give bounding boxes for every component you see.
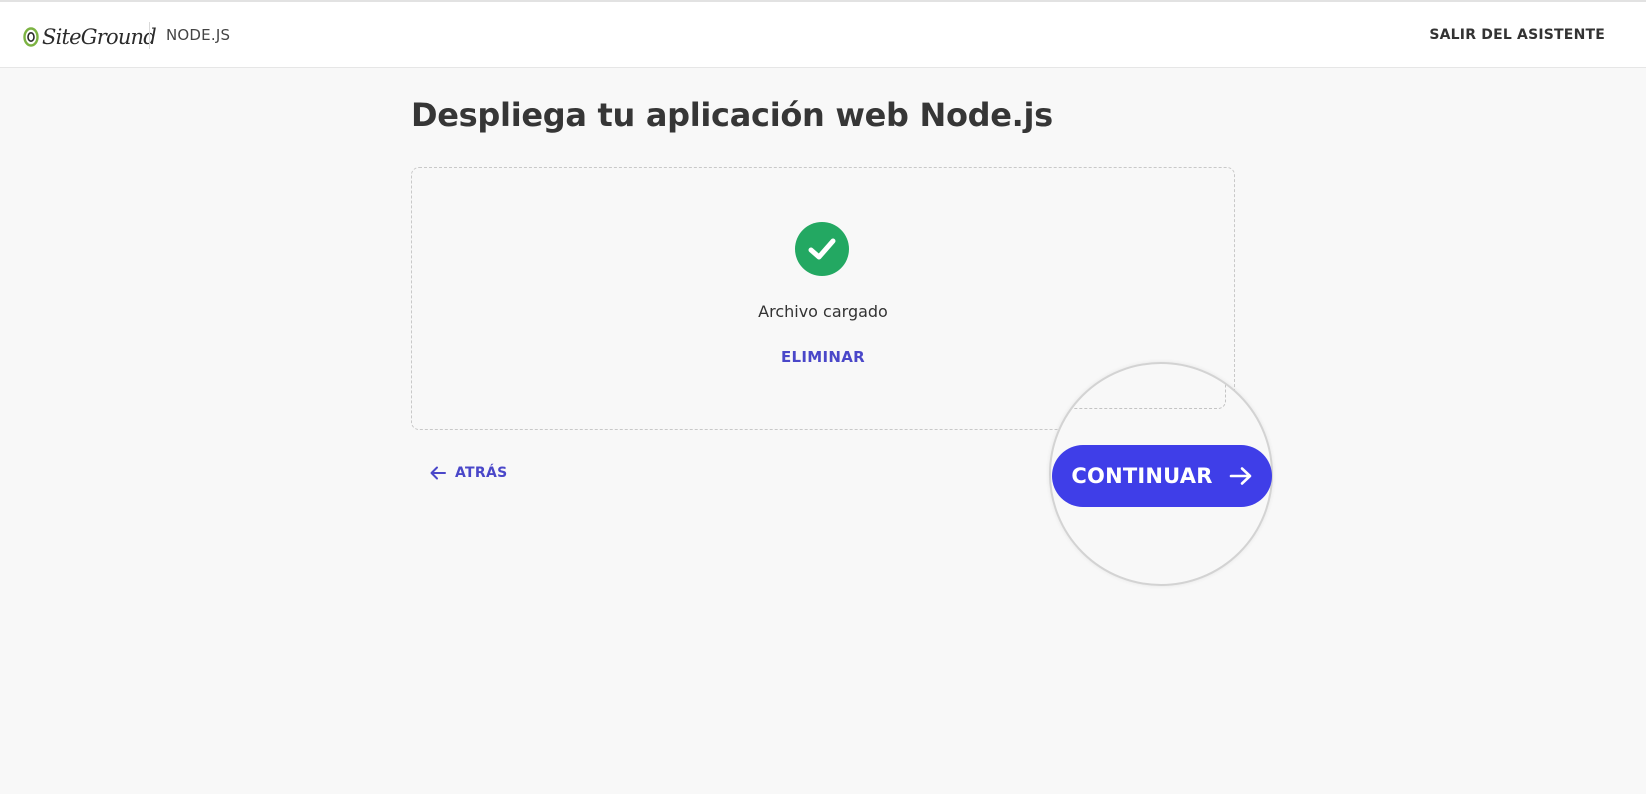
magnified-dropzone-edge: [1051, 364, 1226, 409]
header-divider: [149, 22, 150, 49]
continue-button[interactable]: CONTINUAR: [1052, 445, 1272, 507]
checkmark-icon: [808, 238, 836, 260]
siteground-logo[interactable]: SiteGround: [23, 21, 157, 53]
back-button-label: ATRÁS: [455, 465, 508, 481]
check-circle-icon: [795, 222, 849, 276]
exit-wizard-link[interactable]: SALIR DEL ASISTENTE: [1429, 27, 1605, 43]
siteground-logo-icon: [23, 27, 39, 47]
app-label: NODE.JS: [166, 26, 231, 44]
arrow-right-icon: [1229, 467, 1251, 485]
arrow-left-icon: [430, 466, 446, 480]
brand-name: SiteGround: [42, 25, 157, 49]
wizard-header: SiteGround NODE.JS SALIR DEL ASISTENTE: [0, 2, 1646, 68]
continue-button-label: CONTINUAR: [1071, 464, 1213, 488]
back-button[interactable]: ATRÁS: [430, 465, 508, 481]
page-title: Despliega tu aplicación web Node.js: [411, 96, 1053, 134]
upload-status-text: Archivo cargado: [758, 302, 888, 321]
